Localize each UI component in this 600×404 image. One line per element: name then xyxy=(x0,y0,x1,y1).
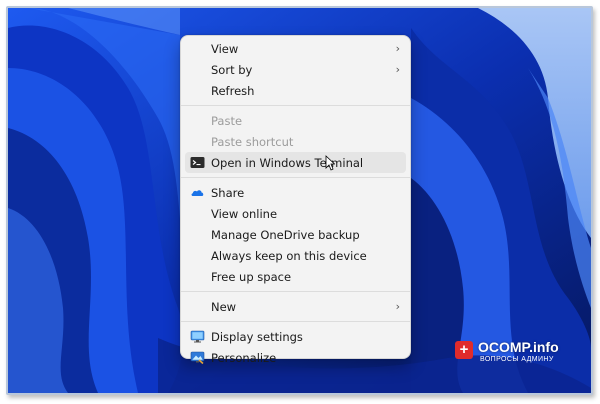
plus-logo-icon: + xyxy=(455,341,473,359)
menu-item-new[interactable]: New › xyxy=(185,296,406,317)
menu-item-label: Sort by xyxy=(211,62,253,77)
menu-item-label: New xyxy=(211,299,237,314)
menu-item-label: Open in Windows Terminal xyxy=(211,155,364,170)
display-settings-icon xyxy=(190,330,205,343)
menu-item-always-keep-on-device[interactable]: Always keep on this device xyxy=(185,245,406,266)
menu-separator xyxy=(181,177,410,178)
menu-item-label: Personalize xyxy=(211,350,277,365)
menu-item-label: Manage OneDrive backup xyxy=(211,227,360,242)
menu-item-view[interactable]: View › xyxy=(185,38,406,59)
menu-item-label: Refresh xyxy=(211,83,255,98)
menu-item-label: Paste xyxy=(211,113,243,128)
menu-item-free-up-space[interactable]: Free up space xyxy=(185,266,406,287)
personalize-icon xyxy=(190,351,205,365)
menu-item-manage-onedrive-backup[interactable]: Manage OneDrive backup xyxy=(185,224,406,245)
watermark-subtitle: ВОПРОСЫ АДМИНУ xyxy=(480,356,554,363)
menu-item-label: Free up space xyxy=(211,269,292,284)
screenshot-frame: View › Sort by › Refresh Paste Paste sho… xyxy=(6,6,593,395)
onedrive-cloud-icon xyxy=(191,190,204,196)
menu-item-label: View xyxy=(211,41,239,56)
menu-item-paste-shortcut[interactable]: Paste shortcut xyxy=(185,131,406,152)
menu-separator xyxy=(181,291,410,292)
terminal-icon xyxy=(190,157,205,168)
menu-item-label: Share xyxy=(211,185,245,200)
menu-item-label: Paste shortcut xyxy=(211,134,294,149)
chevron-right-icon: › xyxy=(395,42,400,55)
menu-separator xyxy=(181,105,410,106)
menu-item-view-online[interactable]: View online xyxy=(185,203,406,224)
menu-item-sort-by[interactable]: Sort by › xyxy=(185,59,406,80)
chevron-right-icon: › xyxy=(395,300,400,313)
menu-item-personalize[interactable]: Personalize xyxy=(185,347,406,368)
watermark-title: OCOMP.info xyxy=(478,339,559,355)
menu-item-label: Display settings xyxy=(211,329,303,344)
menu-item-label: Always keep on this device xyxy=(211,248,367,263)
menu-item-paste[interactable]: Paste xyxy=(185,110,406,131)
menu-item-display-settings[interactable]: Display settings xyxy=(185,326,406,347)
menu-item-share[interactable]: Share xyxy=(185,182,406,203)
chevron-right-icon: › xyxy=(395,63,400,76)
menu-item-label: View online xyxy=(211,206,278,221)
desktop-context-menu: View › Sort by › Refresh Paste Paste sho… xyxy=(180,35,411,365)
menu-item-refresh[interactable]: Refresh xyxy=(185,80,406,101)
mouse-cursor-icon xyxy=(325,155,335,171)
menu-item-open-in-windows-terminal[interactable]: Open in Windows Terminal xyxy=(185,152,406,173)
menu-separator xyxy=(181,321,410,322)
